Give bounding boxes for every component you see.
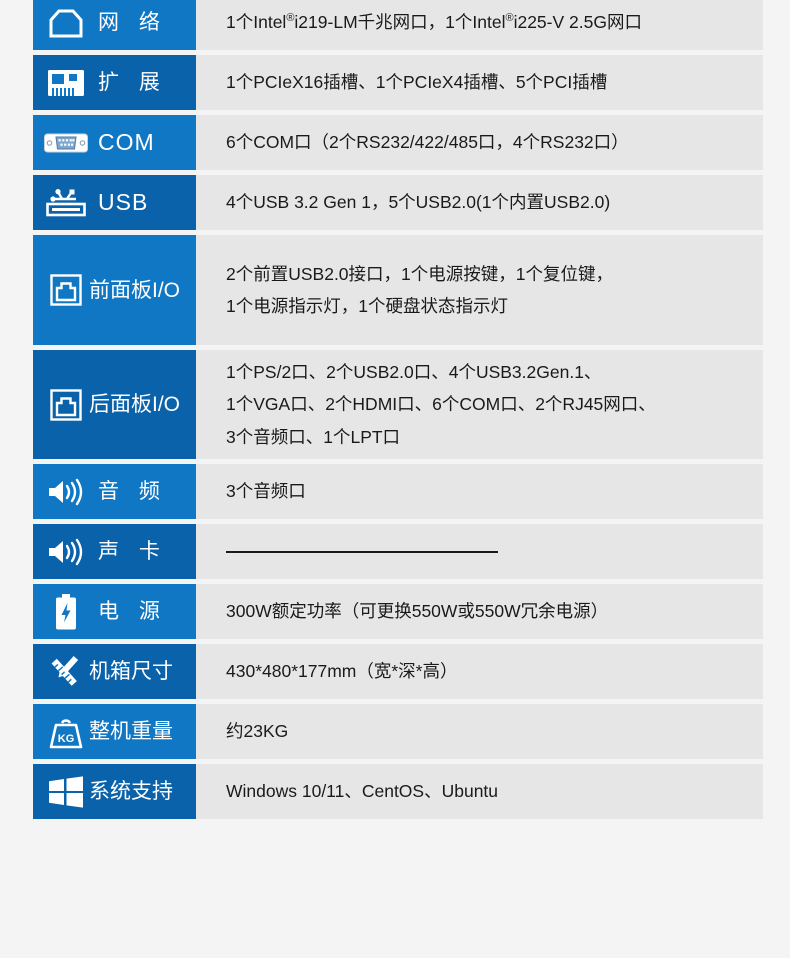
spec-row: 系统支持 Windows 10/11、CentOS、Ubuntu	[33, 764, 763, 820]
speaker-audio-icon	[44, 472, 88, 512]
spec-row: 声 卡	[33, 524, 763, 580]
spec-value-cell: 约23KG	[196, 704, 763, 760]
spec-label-cell: 后面板I/O	[33, 350, 196, 460]
spec-label-cell: 音 频	[33, 464, 196, 520]
spec-label-text: 网 络	[98, 11, 167, 34]
spec-label-cell: 扩 展	[33, 55, 196, 110]
spec-value-line: 3个音频口	[226, 481, 306, 502]
spec-label-text: 整机重量	[89, 720, 173, 744]
spec-value-cell: 6个COM口（2个RS232/422/485口，4个RS232口）	[196, 115, 763, 170]
spec-label-cell: 电 源	[33, 584, 196, 640]
front-panel-io-icon	[44, 270, 88, 310]
ruler-pencil-dimensions-icon	[44, 652, 88, 692]
empty-value-dash	[226, 550, 498, 553]
spec-value-line: 300W额定功率（可更换550W或550W冗余电源）	[226, 601, 609, 622]
spec-label-cell: USB	[33, 175, 196, 230]
spec-label-cell: KG 整机重量	[33, 704, 196, 760]
spec-value-cell: 1个PS/2口、2个USB2.0口、4个USB3.2Gen.1、 1个VGA口、2…	[196, 350, 763, 460]
spec-value-cell	[196, 524, 763, 580]
spec-label-text: 扩 展	[98, 71, 167, 94]
rj45-network-port-icon	[44, 3, 88, 43]
speaker-audio-icon	[44, 532, 88, 572]
spec-label-text: 系统支持	[89, 780, 173, 804]
spec-value-cell: 300W额定功率（可更换550W或550W冗余电源）	[196, 584, 763, 640]
spec-table: 网 络 1个Intel®i219-LM千兆网口，1个Intel®i225-V 2.…	[33, 0, 763, 824]
spec-label-text: 机箱尺寸	[89, 660, 173, 684]
spec-value-line: 2个前置USB2.0接口，1个电源按键，1个复位键，	[226, 263, 614, 284]
svg-text:KG: KG	[58, 733, 75, 745]
spec-value-cell: Windows 10/11、CentOS、Ubuntu	[196, 764, 763, 820]
spec-row: 网 络 1个Intel®i219-LM千兆网口，1个Intel®i225-V 2.…	[33, 0, 763, 50]
spec-value-cell: 4个USB 3.2 Gen 1，5个USB2.0(1个内置USB2.0)	[196, 175, 763, 230]
spec-row: 后面板I/O 1个PS/2口、2个USB2.0口、4个USB3.2Gen.1、 1个…	[33, 350, 763, 460]
usb-port-icon	[44, 183, 88, 223]
rear-panel-io-icon	[44, 385, 88, 425]
weight-kg-icon: KG	[44, 712, 88, 752]
spec-label-text: COM	[98, 129, 155, 155]
battery-power-icon	[44, 592, 88, 632]
spec-row: 前面板I/O 2个前置USB2.0接口，1个电源按键，1个复位键， 1个电源指示灯，…	[33, 235, 763, 345]
spec-row: 音 频 3个音频口	[33, 464, 763, 520]
spec-value-cell: 430*480*177mm（宽*深*高）	[196, 644, 763, 700]
spec-label-text: 声 卡	[98, 540, 167, 564]
spec-label-text: 电 源	[98, 600, 167, 624]
spec-value-line: 1个电源指示灯，1个硬盘状态指示灯	[226, 296, 508, 316]
spec-label-cell: 前面板I/O	[33, 235, 196, 345]
spec-label-cell: COM	[33, 115, 196, 170]
spec-label-text: 后面板I/O	[89, 393, 181, 417]
spec-value-cell: 1个Intel®i219-LM千兆网口，1个Intel®i225-V 2.5G网…	[196, 0, 763, 50]
spec-value-line: 430*480*177mm（宽*深*高）	[226, 661, 458, 682]
spec-label-cell: 机箱尺寸	[33, 644, 196, 700]
spec-label-cell: 系统支持	[33, 764, 196, 820]
spec-value-line: Windows 10/11、CentOS、Ubuntu	[226, 781, 499, 802]
windows-logo-icon	[44, 772, 88, 812]
spec-value-line: 4个USB 3.2 Gen 1，5个USB2.0(1个内置USB2.0)	[226, 192, 611, 213]
spec-value-cell: 3个音频口	[196, 464, 763, 520]
spec-row: 电 源 300W额定功率（可更换550W或550W冗余电源）	[33, 584, 763, 640]
spec-value-line: 约23KG	[226, 721, 289, 742]
spec-value-line: 6个COM口（2个RS232/422/485口，4个RS232口）	[226, 132, 629, 153]
spec-row: 扩 展 1个PCIeX16插槽、1个PCIeX4插槽、5个PCI插槽	[33, 55, 763, 110]
spec-value-line: 1个PS/2口、2个USB2.0口、4个USB3.2Gen.1、	[226, 362, 602, 382]
db9-serial-port-icon	[44, 123, 88, 163]
spec-label-text: 音 频	[98, 480, 167, 504]
spec-row: USB 4个USB 3.2 Gen 1，5个USB2.0(1个内置USB2.0)	[33, 175, 763, 230]
spec-value-cell: 1个PCIeX16插槽、1个PCIeX4插槽、5个PCI插槽	[196, 55, 763, 110]
spec-value-line: 3个音频口、1个LPT口	[226, 426, 401, 447]
spec-label-cell: 网 络	[33, 0, 196, 50]
spec-value-line: 1个Intel®i219-LM千兆网口，1个Intel®i225-V 2.5G网…	[226, 12, 642, 33]
spec-label-text: USB	[98, 189, 149, 215]
spec-value-line: 1个VGA口、2个HDMI口、6个COM口、2个RJ45网口、	[226, 394, 656, 415]
spec-value-line: 1个PCIeX16插槽、1个PCIeX4插槽、5个PCI插槽	[226, 72, 608, 93]
spec-label-text: 前面板I/O	[89, 278, 181, 302]
expansion-card-icon	[44, 63, 88, 103]
spec-row: 机箱尺寸 430*480*177mm（宽*深*高）	[33, 644, 763, 700]
spec-label-cell: 声 卡	[33, 524, 196, 580]
spec-value-cell: 2个前置USB2.0接口，1个电源按键，1个复位键， 1个电源指示灯，1个硬盘状态…	[196, 235, 763, 345]
spec-row: KG 整机重量 约23KG	[33, 704, 763, 760]
spec-row: COM 6个COM口（2个RS232/422/485口，4个RS232口）	[33, 115, 763, 170]
